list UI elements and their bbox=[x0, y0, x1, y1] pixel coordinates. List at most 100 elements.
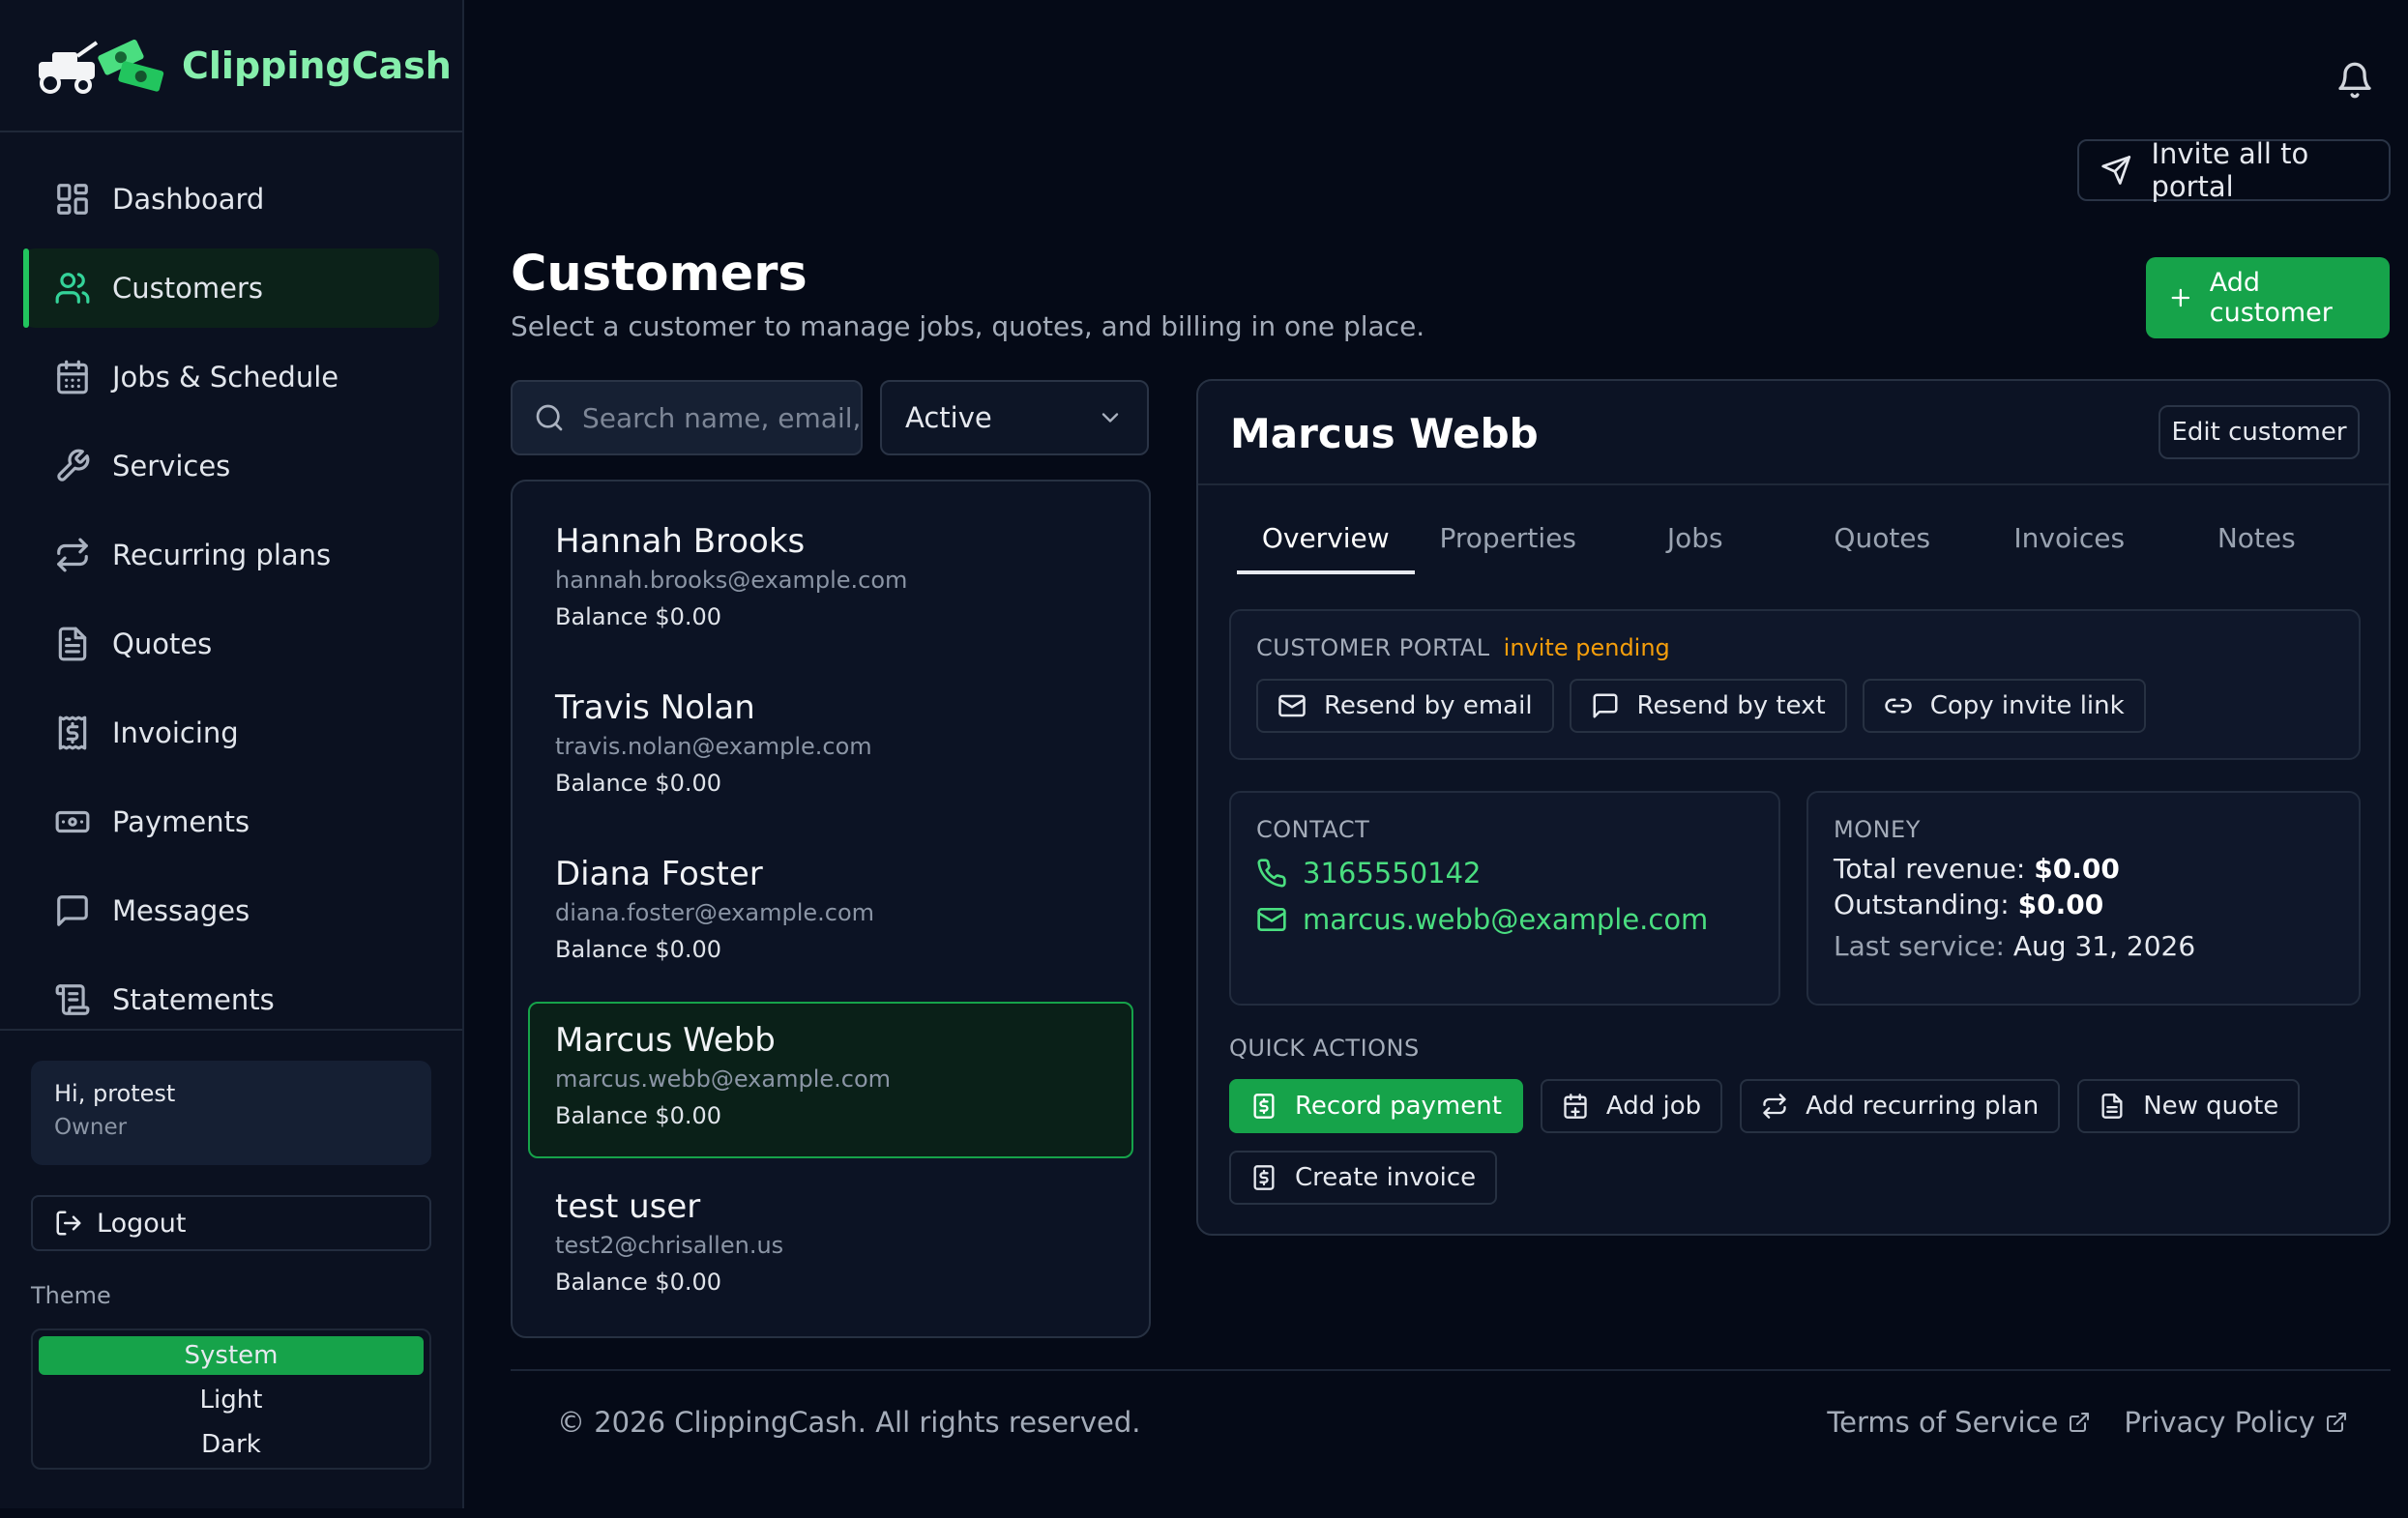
add-recurring-plan-button[interactable]: Add recurring plan bbox=[1740, 1079, 2061, 1133]
tab-quotes[interactable]: Quotes bbox=[1789, 514, 1977, 574]
page-subtitle: Select a customer to manage jobs, quotes… bbox=[511, 310, 1425, 342]
total-revenue-value: $0.00 bbox=[2034, 853, 2120, 885]
customer-email: test2@chrisallen.us bbox=[555, 1232, 784, 1259]
portal-status-badge: invite pending bbox=[1503, 634, 1670, 661]
repeat-icon bbox=[57, 538, 88, 572]
search-box bbox=[511, 380, 863, 455]
customer-name: Marcus Webb bbox=[555, 1021, 776, 1060]
terms-of-service-link[interactable]: Terms of Service bbox=[1827, 1406, 2091, 1439]
money-label: MONEY bbox=[1834, 816, 1921, 843]
add-customer-button[interactable]: Add customer bbox=[2146, 257, 2390, 338]
sidebar-item-dashboard[interactable]: Dashboard bbox=[23, 160, 439, 239]
resend-by-text-button[interactable]: Resend by text bbox=[1569, 679, 1847, 733]
detail-customer-name: Marcus Webb bbox=[1230, 410, 1539, 457]
sidebar-item-recurring-plans[interactable]: Recurring plans bbox=[23, 515, 439, 595]
last-service-label: Last service: bbox=[1834, 930, 2005, 962]
notification-bell-icon[interactable] bbox=[2335, 60, 2374, 101]
customer-name: test user bbox=[555, 1187, 701, 1226]
terms-label: Terms of Service bbox=[1827, 1406, 2059, 1439]
create-invoice-button[interactable]: Create invoice bbox=[1229, 1151, 1498, 1205]
customer-list-item-selected[interactable]: Marcus Webb marcus.webb@example.com Bala… bbox=[528, 1002, 1133, 1158]
portal-section-label: CUSTOMER PORTAL invite pending bbox=[1256, 634, 2334, 661]
mail-icon bbox=[1278, 694, 1306, 717]
record-payment-button[interactable]: Record payment bbox=[1229, 1079, 1523, 1133]
add-customer-label: Add customer bbox=[2209, 268, 2333, 328]
sidebar-item-quotes[interactable]: Quotes bbox=[23, 604, 439, 684]
sidebar-item-label: Invoicing bbox=[112, 716, 239, 749]
mail-icon bbox=[1257, 908, 1286, 931]
theme-option-light[interactable]: Light bbox=[39, 1381, 424, 1419]
theme-label: Theme bbox=[31, 1282, 111, 1309]
outstanding-label: Outstanding: bbox=[1834, 889, 2010, 920]
invite-all-to-portal-button[interactable]: Invite all to portal bbox=[2077, 137, 2391, 203]
customer-email: marcus.webb@example.com bbox=[555, 1066, 892, 1093]
sidebar-item-services[interactable]: Services bbox=[23, 426, 439, 506]
customer-list-item[interactable]: test user test2@chrisallen.us Balance $0… bbox=[528, 1168, 1133, 1325]
button-label: Add job bbox=[1605, 1092, 1702, 1121]
sidebar-item-label: Jobs & Schedule bbox=[112, 361, 339, 394]
copy-invite-link-button[interactable]: Copy invite link bbox=[1862, 679, 2146, 733]
invoice-icon bbox=[58, 715, 87, 750]
logout-button[interactable]: Logout bbox=[31, 1195, 431, 1251]
page-title: Customers bbox=[511, 246, 808, 303]
sidebar-item-customers[interactable]: Customers bbox=[23, 248, 439, 328]
sidebar-item-label: Services bbox=[112, 450, 231, 482]
customer-balance: Balance $0.00 bbox=[555, 770, 722, 797]
detail-header: Marcus Webb Edit customer bbox=[1198, 381, 2389, 485]
sidebar-item-payments[interactable]: Payments bbox=[23, 782, 439, 861]
brand[interactable]: ClippingCash bbox=[0, 0, 462, 132]
customer-email: travis.nolan@example.com bbox=[555, 733, 872, 760]
sidebar-item-jobs-schedule[interactable]: Jobs & Schedule bbox=[23, 337, 439, 417]
resend-by-email-button[interactable]: Resend by email bbox=[1256, 679, 1554, 733]
users-icon bbox=[55, 273, 90, 304]
new-quote-button[interactable]: New quote bbox=[2077, 1079, 2301, 1133]
customer-list-item[interactable]: Travis Nolan travis.nolan@example.com Ba… bbox=[528, 669, 1133, 826]
calendar-plus-icon bbox=[1564, 1094, 1587, 1119]
repeat-icon bbox=[1763, 1094, 1786, 1119]
customer-list-item[interactable]: Diana Foster diana.foster@example.com Ba… bbox=[528, 835, 1133, 992]
search-input[interactable] bbox=[582, 401, 861, 434]
sidebar-item-statements[interactable]: Statements bbox=[23, 960, 439, 1025]
tab-overview[interactable]: Overview bbox=[1237, 514, 1415, 574]
button-label: Copy invite link bbox=[1929, 691, 2125, 720]
calendar-icon bbox=[57, 360, 88, 394]
phone-icon bbox=[1257, 859, 1286, 888]
customer-list: Hannah Brooks hannah.brooks@example.com … bbox=[511, 480, 1151, 1338]
customer-balance: Balance $0.00 bbox=[555, 936, 722, 963]
button-label: Add recurring plan bbox=[1806, 1092, 2040, 1121]
invoice-icon bbox=[1253, 1094, 1275, 1119]
edit-customer-button[interactable]: Edit customer bbox=[2158, 405, 2360, 459]
add-job-button[interactable]: Add job bbox=[1540, 1079, 1723, 1133]
invite-all-label: Invite all to portal bbox=[2151, 137, 2309, 203]
tab-jobs[interactable]: Jobs bbox=[1601, 514, 1789, 574]
contact-email: marcus.webb@example.com bbox=[1303, 903, 1709, 936]
sidebar-item-invoicing[interactable]: Invoicing bbox=[23, 693, 439, 773]
customer-list-item[interactable]: Hannah Brooks hannah.brooks@example.com … bbox=[528, 503, 1133, 659]
contact-email-link[interactable]: marcus.webb@example.com bbox=[1256, 903, 1753, 936]
outstanding-value: $0.00 bbox=[2017, 889, 2104, 920]
detail-tabs: Overview Properties Jobs Quotes Invoices… bbox=[1237, 514, 2350, 574]
user-card: Hi, protest Owner bbox=[31, 1061, 431, 1165]
status-filter-select[interactable]: Active bbox=[880, 380, 1149, 455]
contact-phone-link[interactable]: 3165550142 bbox=[1256, 857, 1753, 890]
user-role: Owner bbox=[54, 1115, 128, 1140]
customer-balance: Balance $0.00 bbox=[555, 1102, 722, 1129]
contact-label: CONTACT bbox=[1256, 816, 1370, 843]
privacy-policy-link[interactable]: Privacy Policy bbox=[2124, 1406, 2348, 1439]
sidebar-item-messages[interactable]: Messages bbox=[23, 871, 439, 950]
customer-email: hannah.brooks@example.com bbox=[555, 567, 908, 594]
sidebar-item-label: Quotes bbox=[112, 628, 213, 660]
tab-notes[interactable]: Notes bbox=[2163, 514, 2351, 574]
total-revenue-label: Total revenue: bbox=[1834, 853, 2026, 885]
sidebar-divider bbox=[0, 1029, 462, 1031]
tab-properties[interactable]: Properties bbox=[1415, 514, 1602, 574]
user-greeting: Hi, protest bbox=[54, 1080, 176, 1107]
send-icon bbox=[2101, 156, 2131, 185]
theme-option-dark[interactable]: Dark bbox=[39, 1425, 424, 1464]
tab-invoices[interactable]: Invoices bbox=[1976, 514, 2163, 574]
customer-detail-panel: Marcus Webb Edit customer Overview Prope… bbox=[1196, 379, 2391, 1236]
sidebar: ClippingCash Dashboard Customers Jobs & … bbox=[0, 0, 464, 1508]
theme-option-system[interactable]: System bbox=[39, 1336, 424, 1375]
customer-email: diana.foster@example.com bbox=[555, 899, 875, 926]
customer-balance: Balance $0.00 bbox=[555, 1269, 722, 1296]
